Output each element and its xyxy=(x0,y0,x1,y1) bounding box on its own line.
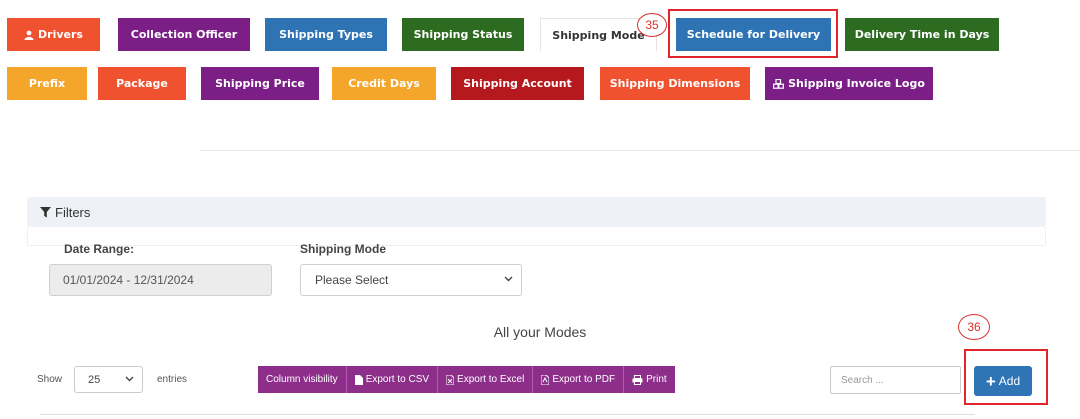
export-excel-button[interactable]: Export to Excel xyxy=(438,366,534,393)
entries-select[interactable]: 25 xyxy=(74,366,143,393)
filters-body xyxy=(27,227,1046,246)
tab-shipping-dimensions[interactable]: Shipping Dimensions xyxy=(600,67,750,100)
user-icon xyxy=(24,30,34,40)
page-title: All your Modes xyxy=(493,324,587,340)
file-icon xyxy=(354,374,363,385)
tab-label: Shipping Invoice Logo xyxy=(788,77,925,90)
show-label: Show xyxy=(37,374,63,385)
tab-collection-officer[interactable]: Collection Officer xyxy=(118,18,250,51)
column-visibility-button[interactable]: Column visibility xyxy=(258,366,347,393)
tab-label: Collection Officer xyxy=(130,28,238,41)
tab-label: Shipping Status xyxy=(413,28,513,41)
tab-package[interactable]: Package xyxy=(98,67,186,100)
chevron-down-icon xyxy=(504,276,513,282)
tab-shipping-account[interactable]: Shipping Account xyxy=(451,67,584,100)
date-range-label: Date Range: xyxy=(64,242,135,256)
export-pdf-button[interactable]: Export to PDF xyxy=(533,366,625,393)
filter-icon xyxy=(40,206,51,217)
filters-header[interactable]: Filters xyxy=(27,197,1046,227)
print-button[interactable]: Print xyxy=(624,366,675,393)
date-range-input[interactable]: 01/01/2024 - 12/31/2024 xyxy=(49,264,272,296)
tab-label: Prefix xyxy=(28,77,66,90)
add-button[interactable]: + Add xyxy=(974,366,1032,396)
tab-label: Shipping Account xyxy=(463,77,572,90)
export-csv-button[interactable]: Export to CSV xyxy=(346,366,439,393)
tab-label: Shipping Price xyxy=(215,77,305,90)
tab-label: Shipping Types xyxy=(279,28,373,41)
tab-label: Credit Days xyxy=(348,77,420,90)
tab-label: Drivers xyxy=(38,28,83,41)
tab-prefix[interactable]: Prefix xyxy=(7,67,87,100)
annotation-step-36: 36 xyxy=(958,314,990,340)
file-excel-icon xyxy=(446,374,455,385)
tab-shipping-invoice-logo[interactable]: Shipping Invoice Logo xyxy=(765,67,933,100)
cubes-icon xyxy=(773,78,784,89)
plus-icon: + xyxy=(985,371,996,391)
shipping-mode-select[interactable]: Please Select xyxy=(300,264,522,296)
export-button-group: Column visibility Export to CSV Export t… xyxy=(258,366,675,393)
tab-label: Package xyxy=(116,77,168,90)
tab-label: Shipping Mode xyxy=(552,28,645,42)
search-input[interactable]: Search ... xyxy=(830,366,961,394)
table-top-border xyxy=(40,414,975,415)
tab-credit-days[interactable]: Credit Days xyxy=(332,67,436,100)
annotation-step-35: 35 xyxy=(637,13,667,37)
tab-label: Shipping Dimensions xyxy=(609,77,741,90)
annotation-box-schedule xyxy=(668,9,838,58)
print-icon xyxy=(632,374,643,385)
entries-label: entries xyxy=(157,374,188,385)
filters-title: Filters xyxy=(55,204,91,220)
tab-label: Delivery Time in Days xyxy=(854,28,990,41)
tab-shipping-price[interactable]: Shipping Price xyxy=(201,67,319,100)
tab-drivers[interactable]: Drivers xyxy=(7,18,100,51)
section-divider xyxy=(200,150,1080,151)
tab-shipping-status[interactable]: Shipping Status xyxy=(402,18,524,51)
file-pdf-icon xyxy=(541,374,550,385)
tab-delivery-time-in-days[interactable]: Delivery Time in Days xyxy=(845,18,999,51)
chevron-down-icon xyxy=(125,376,134,382)
tab-shipping-types[interactable]: Shipping Types xyxy=(265,18,387,51)
shipping-mode-label: Shipping Mode xyxy=(300,242,386,256)
